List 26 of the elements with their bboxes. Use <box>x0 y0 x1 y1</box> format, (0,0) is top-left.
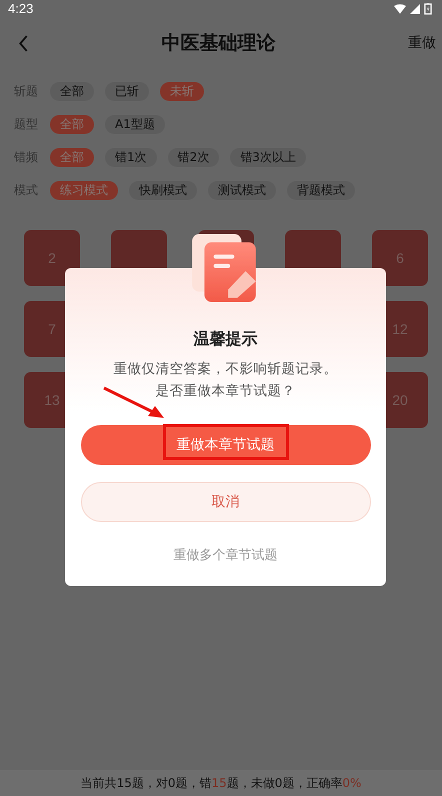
redo-chapter-button[interactable]: 重做本章节试题 <box>80 425 370 465</box>
filter-chip[interactable]: 已斩 <box>105 82 149 101</box>
redo-button[interactable]: 重做 <box>408 34 436 52</box>
filter-chip[interactable]: 快刷模式 <box>129 181 197 200</box>
page-title: 中医基础理论 <box>162 31 276 56</box>
battery-icon <box>424 3 432 15</box>
filter-chip[interactable]: 测试模式 <box>208 181 276 200</box>
status-time: 4:23 <box>8 0 34 16</box>
filter-chip[interactable]: 错1次 <box>105 148 157 167</box>
filter-chip[interactable]: 错2次 <box>168 148 220 167</box>
filter-chip[interactable]: 错3次以上 <box>230 148 306 167</box>
filter-chip[interactable]: 全部 <box>50 148 94 167</box>
filter-chip[interactable]: 未斩 <box>160 82 204 101</box>
dialog-title: 温馨提示 <box>194 329 258 350</box>
filter-chip[interactable]: 背题模式 <box>287 181 355 200</box>
wifi-icon <box>394 4 406 14</box>
filter-chip[interactable]: 练习模式 <box>50 181 118 200</box>
summary-text: 当前共15题，对0题，错15题，未做0题，正确率0% <box>80 774 362 792</box>
dialog-message: 重做仅清空答案，不影响斩题记录。 是否重做本章节试题？ <box>114 360 338 401</box>
cancel-button[interactable]: 取消 <box>80 482 370 522</box>
redo-multiple-link[interactable]: 重做多个章节试题 <box>174 546 278 564</box>
filter-chip[interactable]: A1型题 <box>105 115 165 134</box>
filter-chip[interactable]: 全部 <box>50 82 94 101</box>
filter-chip[interactable]: 全部 <box>50 115 94 134</box>
back-icon[interactable] <box>18 34 29 52</box>
signal-icon <box>409 4 421 14</box>
